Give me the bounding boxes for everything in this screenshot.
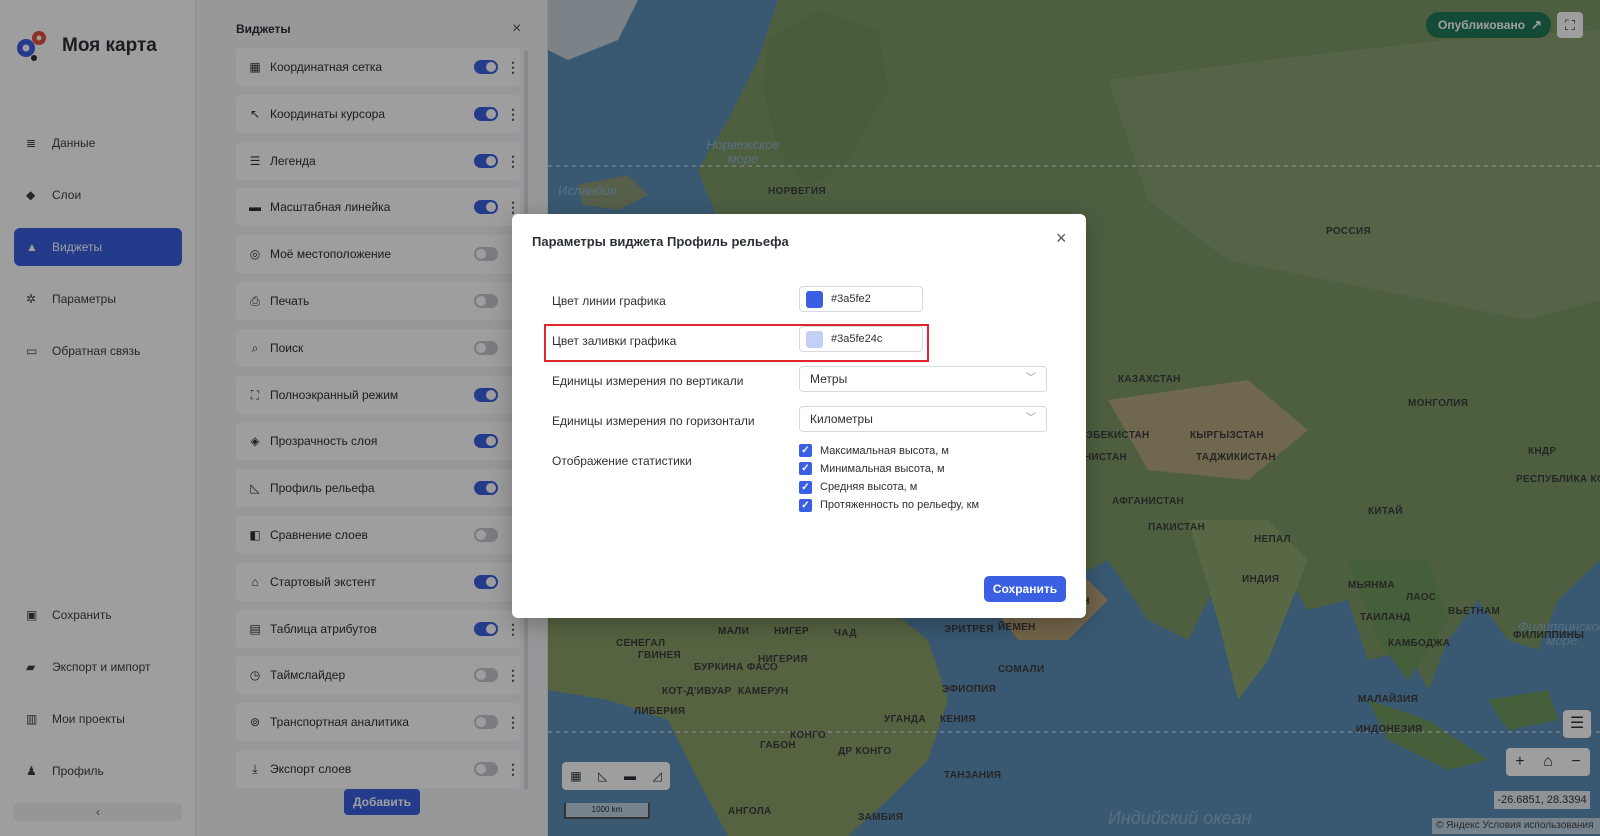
- line-color-field[interactable]: #3a5fe2: [799, 286, 923, 312]
- app-root: Норвежское море Исландия НОРВЕГИЯ РОССИЯ КАЗ…: [0, 0, 1600, 836]
- checkbox-checked-icon[interactable]: ✓: [799, 480, 812, 494]
- fill-color-label: Цвет заливки графика: [552, 334, 677, 348]
- fill-color-value: #3a5fe24c: [831, 333, 883, 345]
- stats-option[interactable]: ✓ Максимальная высота, м: [799, 444, 949, 457]
- stats-option[interactable]: ✓ Минимальная высота, м: [799, 462, 945, 476]
- vertical-units-select[interactable]: Метры ﹀: [799, 366, 1047, 392]
- horizontal-units-value: Километры: [810, 412, 873, 426]
- chevron-down-icon: ﹀: [1026, 413, 1036, 424]
- stats-option[interactable]: ✓ Протяженность по рельефу, км: [799, 498, 980, 512]
- chevron-down-icon: ﹀: [1026, 373, 1036, 384]
- stats-label: Отображение статистики: [552, 454, 692, 468]
- stats-option-label: Минимальная высота, м: [820, 462, 945, 475]
- horizontal-units-select[interactable]: Километры ﹀: [799, 406, 1047, 432]
- fill-color-swatch[interactable]: [806, 330, 823, 348]
- stats-option-label: Протяженность по рельефу, км: [820, 499, 980, 512]
- vertical-units-label: Единицы измерения по вертикали: [552, 374, 744, 388]
- fill-color-field[interactable]: #3a5fe24c: [799, 326, 923, 352]
- widget-settings-dialog: Параметры виджета Профиль рельефа × Цвет…: [512, 214, 1086, 618]
- save-button[interactable]: Сохранить: [984, 576, 1066, 602]
- vertical-units-value: Метры: [810, 372, 848, 386]
- stats-option-label: Средняя высота, м: [820, 481, 918, 494]
- line-color-swatch[interactable]: [806, 290, 823, 308]
- stats-option[interactable]: ✓ Средняя высота, м: [799, 480, 918, 494]
- checkbox-checked-icon[interactable]: ✓: [799, 462, 812, 476]
- stats-option-label: Максимальная высота, м: [820, 444, 949, 457]
- close-icon[interactable]: ×: [1056, 228, 1067, 249]
- horizontal-units-label: Единицы измерения по горизонтали: [552, 414, 755, 428]
- line-color-label: Цвет линии графика: [552, 294, 666, 308]
- line-color-value: #3a5fe2: [831, 293, 871, 305]
- checkbox-checked-icon[interactable]: ✓: [799, 498, 812, 512]
- dialog-title: Параметры виджета Профиль рельефа: [532, 234, 789, 249]
- checkbox-checked-icon[interactable]: ✓: [799, 444, 812, 457]
